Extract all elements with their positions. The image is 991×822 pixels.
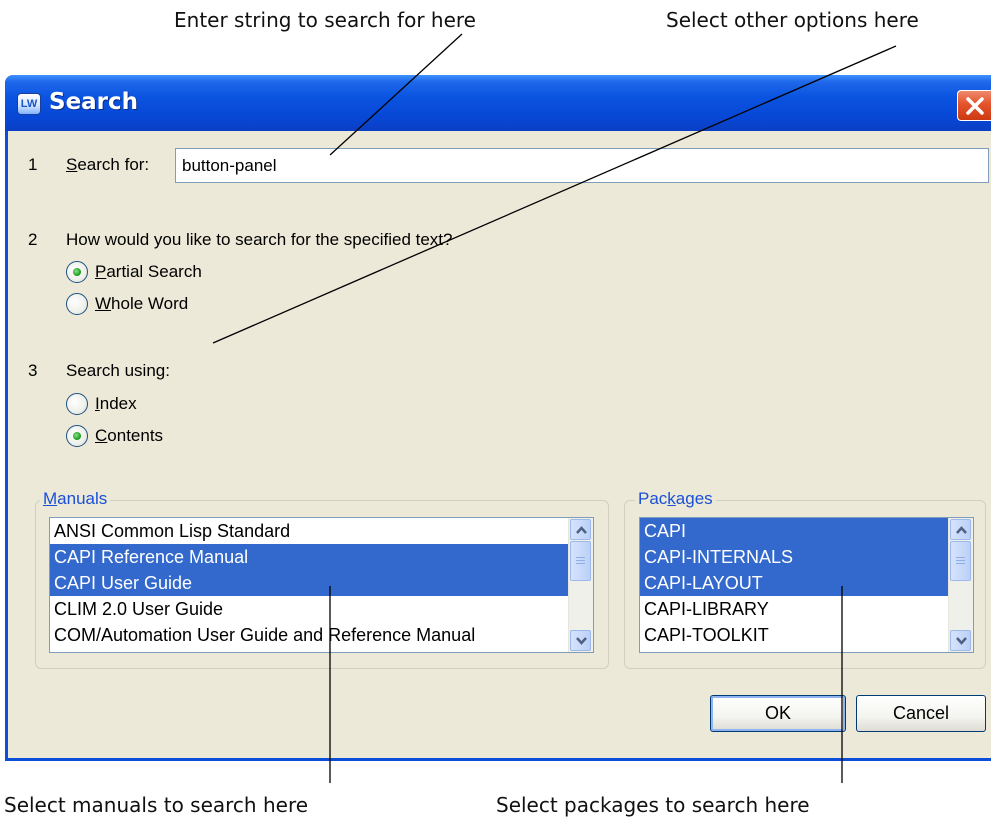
window-title: Search	[49, 89, 139, 115]
packages-list-items: CAPI CAPI-INTERNALS CAPI-LAYOUT CAPI-LIB…	[640, 518, 949, 648]
scroll-thumb[interactable]	[570, 541, 591, 581]
manuals-scrollbar[interactable]	[568, 518, 593, 652]
contents-label[interactable]: Contents	[95, 426, 163, 446]
packages-legend-pre: Pac	[638, 489, 668, 508]
scroll-down-button[interactable]	[950, 630, 971, 651]
thumb-grip	[576, 560, 585, 561]
partial-search-label-rest: artial Search	[106, 262, 202, 281]
search-using-label: Search using:	[66, 361, 170, 380]
packages-legend-hotkey: k	[667, 489, 676, 508]
search-for-label: Search for:	[66, 155, 149, 175]
search-method-question: How would you like to search for the spe…	[66, 230, 453, 249]
search-input[interactable]	[175, 148, 989, 183]
callout-search-string: Enter string to search for here	[174, 8, 476, 32]
manuals-legend: Manuals	[40, 489, 111, 509]
step-3-number: 3	[28, 361, 38, 380]
partial-search-label[interactable]: Partial Search	[95, 262, 202, 282]
partial-search-hotkey: P	[95, 262, 107, 281]
packages-listbox[interactable]: CAPI CAPI-INTERNALS CAPI-LAYOUT CAPI-LIB…	[639, 517, 974, 653]
whole-word-label[interactable]: Whole Word	[95, 294, 188, 314]
index-label-rest: ndex	[99, 394, 137, 413]
list-item[interactable]: ANSI Common Lisp Standard	[50, 518, 569, 544]
callout-packages: Select packages to search here	[496, 793, 810, 817]
chevron-up-icon	[956, 526, 967, 534]
thumb-grip	[956, 560, 965, 561]
packages-group: Packages CAPI CAPI-INTERNALS CAPI-LAYOUT…	[624, 489, 986, 669]
list-item[interactable]: CAPI-TOOLKIT	[640, 622, 949, 648]
radio-selected-dot	[73, 268, 81, 276]
chevron-down-icon	[956, 637, 967, 645]
step-1-number: 1	[28, 155, 38, 174]
scroll-down-button[interactable]	[570, 630, 591, 651]
chevron-down-icon	[576, 637, 587, 645]
app-icon-glyph: LW	[20, 98, 38, 110]
partial-search-radio[interactable]	[66, 261, 88, 283]
callout-other-options: Select other options here	[666, 8, 919, 32]
index-label[interactable]: Index	[95, 394, 137, 414]
list-item[interactable]: CAPI-LIBRARY	[640, 596, 949, 622]
list-item[interactable]: CLIM 2.0 User Guide	[50, 596, 569, 622]
step-2-number: 2	[28, 230, 38, 249]
manuals-legend-hotkey: M	[43, 489, 58, 508]
search-for-hotkey: S	[66, 155, 78, 174]
search-for-label-rest: earch for:	[77, 155, 150, 174]
whole-word-label-rest: hole Word	[111, 294, 189, 313]
cancel-button[interactable]: Cancel	[856, 695, 986, 732]
lispworks-app-icon: LW	[17, 93, 41, 115]
scroll-thumb[interactable]	[950, 541, 971, 581]
close-icon	[966, 97, 984, 115]
radio-selected-dot	[73, 432, 81, 440]
list-item[interactable]: CAPI User Guide	[50, 570, 569, 596]
close-button[interactable]	[957, 90, 991, 121]
manuals-group: Manuals ANSI Common Lisp Standard CAPI R…	[35, 489, 609, 669]
contents-radio[interactable]	[66, 425, 88, 447]
scroll-up-button[interactable]	[570, 519, 591, 540]
list-item[interactable]: COM/Automation User Guide and Reference …	[50, 622, 569, 648]
manuals-list-items: ANSI Common Lisp Standard CAPI Reference…	[50, 518, 569, 648]
contents-hotkey: C	[95, 426, 108, 445]
chevron-up-icon	[576, 526, 587, 534]
thumb-grip	[576, 563, 585, 564]
ok-button[interactable]: OK	[710, 695, 846, 732]
packages-legend: Packages	[635, 489, 716, 509]
packages-scrollbar[interactable]	[948, 518, 973, 652]
list-item[interactable]: CAPI	[640, 518, 949, 544]
whole-word-radio[interactable]	[66, 293, 88, 315]
thumb-grip	[956, 563, 965, 564]
manuals-legend-rest: anuals	[57, 489, 108, 508]
whole-word-hotkey: W	[95, 294, 112, 313]
thumb-grip	[576, 557, 585, 558]
list-item[interactable]: CAPI-LAYOUT	[640, 570, 949, 596]
title-bar[interactable]: LW Search	[5, 75, 991, 131]
packages-legend-post: ages	[675, 489, 713, 508]
manuals-listbox[interactable]: ANSI Common Lisp Standard CAPI Reference…	[49, 517, 594, 653]
thumb-grip	[956, 557, 965, 558]
scroll-up-button[interactable]	[950, 519, 971, 540]
list-item[interactable]: CAPI Reference Manual	[50, 544, 569, 570]
contents-label-rest: ontents	[107, 426, 164, 445]
list-item[interactable]: CAPI-INTERNALS	[640, 544, 949, 570]
index-radio[interactable]	[66, 393, 88, 415]
callout-manuals: Select manuals to search here	[4, 793, 309, 817]
search-dialog: LW Search 1 Search for: 2 How would you …	[5, 75, 991, 761]
